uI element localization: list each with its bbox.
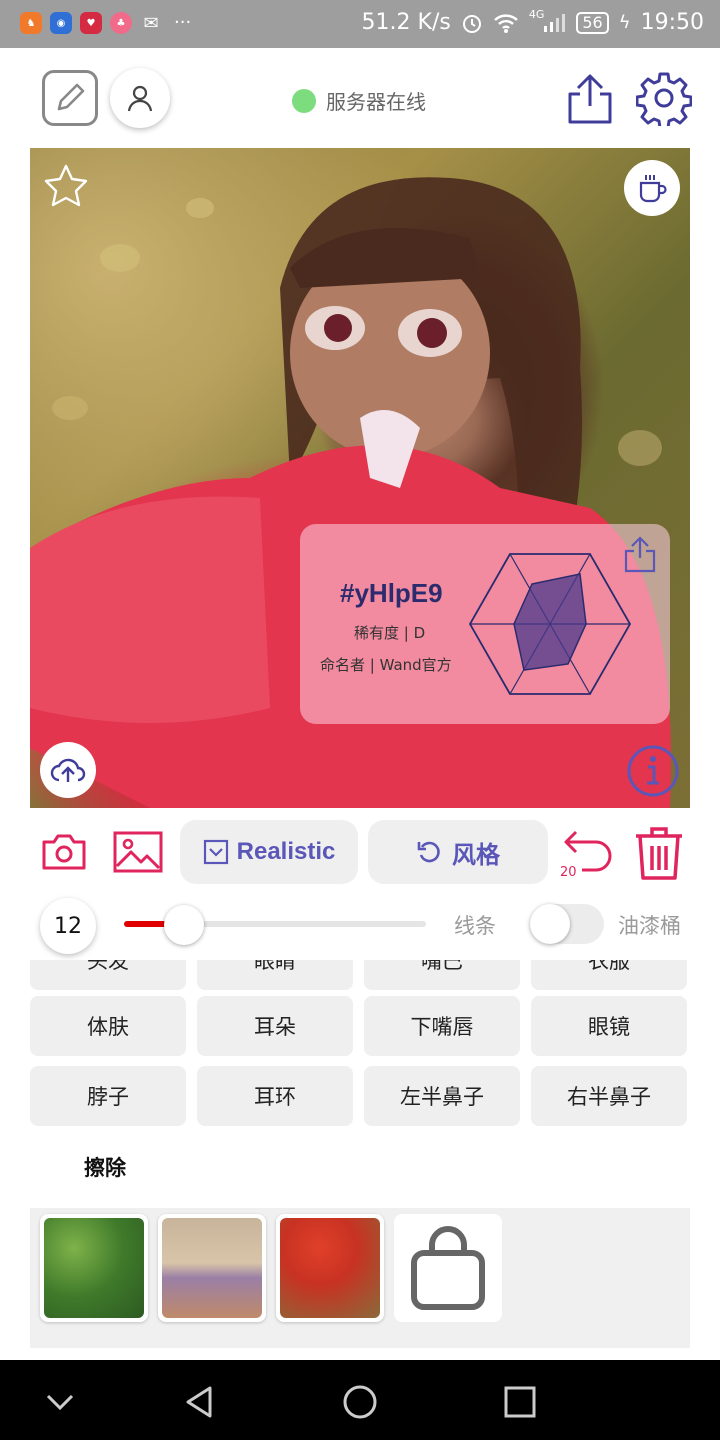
thumb-green-bush[interactable] xyxy=(40,1214,148,1322)
browser-app-icon: ◉ xyxy=(50,12,72,34)
line-mode-label: 线条 xyxy=(454,914,496,938)
radar-chart-icon xyxy=(468,553,632,695)
trash-icon[interactable] xyxy=(632,824,686,882)
recents-icon[interactable] xyxy=(500,1382,540,1422)
paint-bucket-label: 油漆桶 xyxy=(618,914,681,938)
chevron-down-icon[interactable] xyxy=(40,1382,80,1422)
shop-button[interactable] xyxy=(394,1214,502,1322)
info-card[interactable]: #yHlpE9 稀有度 | D 命名者 | Wand官方 xyxy=(300,524,670,724)
erase-button[interactable]: 擦除 xyxy=(84,1152,126,1182)
heart-app-icon: ♥ xyxy=(80,12,102,34)
part-button-earrings[interactable]: 耳环 xyxy=(197,1066,353,1126)
more-notifications-icon: ··· xyxy=(174,12,192,33)
server-online-indicator xyxy=(292,88,316,113)
part-button[interactable]: 头发 xyxy=(30,960,186,990)
brush-size-slider-thumb[interactable] xyxy=(164,905,205,945)
thumb-red-flowers-image xyxy=(280,1218,380,1318)
texture-thumbnails xyxy=(30,1208,690,1348)
edit-button[interactable] xyxy=(42,70,98,126)
lolo-app-icon: ♣ xyxy=(110,12,132,34)
coffee-button[interactable] xyxy=(624,160,680,216)
segment-part-grid: 头发 眼睛 嘴巴 衣服 体肤 耳朵 下嘴唇 眼镜 脖子 耳环 左半鼻子 右半鼻子 xyxy=(30,960,690,1130)
status-bar-right: 51.2 K/s 4G 56 ϟ 19:50 xyxy=(361,8,704,35)
part-button-left-nose[interactable]: 左半鼻子 xyxy=(364,1066,520,1126)
style-reset-label: 风格 xyxy=(452,840,500,869)
style-reset-button[interactable]: 风格 xyxy=(368,820,548,884)
coffee-icon xyxy=(639,175,667,203)
status-bar-apps: ♞ ◉ ♥ ♣ ✉ ··· xyxy=(20,12,191,34)
part-button-glasses[interactable]: 眼镜 xyxy=(531,996,687,1056)
card-share-icon[interactable] xyxy=(622,534,658,574)
status-bar: ♞ ◉ ♥ ♣ ✉ ··· 51.2 K/s 4G 56 ϟ 19:50 xyxy=(0,0,720,48)
user-icon xyxy=(127,85,153,112)
paint-bucket-toggle[interactable] xyxy=(530,904,604,944)
part-button-skin[interactable]: 体肤 xyxy=(30,996,186,1056)
pencil-icon xyxy=(57,83,85,111)
home-icon[interactable] xyxy=(340,1382,380,1422)
thumb-purple-flowers[interactable] xyxy=(158,1214,266,1322)
system-navigation-bar xyxy=(0,1360,720,1440)
thumb-green-bush-image xyxy=(44,1218,144,1318)
clock: 19:50 xyxy=(640,10,704,35)
net-speed: 51.2 K/s xyxy=(361,10,451,35)
part-button[interactable]: 眼睛 xyxy=(197,960,353,990)
undo-count: 20 xyxy=(560,865,577,880)
gallery-icon[interactable] xyxy=(112,830,164,874)
card-id: #yHlpE9 xyxy=(340,578,443,608)
dropdown-box-icon xyxy=(203,839,228,865)
part-button-lower-lip[interactable]: 下嘴唇 xyxy=(364,996,520,1056)
back-icon[interactable] xyxy=(180,1382,220,1422)
signal-type: 4G xyxy=(528,8,545,21)
thumb-purple-flowers-image xyxy=(162,1218,262,1318)
brush-size-value: 12 xyxy=(40,898,96,954)
shopping-bag-icon xyxy=(411,1226,485,1310)
gear-icon[interactable] xyxy=(636,70,692,126)
toolbar: Realistic 风格 20 xyxy=(0,818,720,888)
charging-icon: ϟ xyxy=(618,12,631,33)
game-app-icon: ♞ xyxy=(20,12,42,34)
share-icon[interactable] xyxy=(564,70,616,126)
part-button-right-nose[interactable]: 右半鼻子 xyxy=(531,1066,687,1126)
part-button[interactable]: 嘴巴 xyxy=(364,960,520,990)
cell-signal-icon xyxy=(544,13,566,32)
info-icon[interactable] xyxy=(626,744,680,798)
wifi-icon xyxy=(494,13,518,33)
server-status: 服务器在线 xyxy=(292,86,426,115)
part-button-neck[interactable]: 脖子 xyxy=(30,1066,186,1126)
top-bar: 服务器在线 xyxy=(0,48,720,148)
style-select-button[interactable]: Realistic xyxy=(180,820,358,884)
star-icon[interactable] xyxy=(42,162,90,210)
wechat-icon: ✉ xyxy=(143,12,159,34)
undo-button[interactable]: 20 xyxy=(558,824,618,882)
thumb-red-flowers[interactable] xyxy=(276,1214,384,1322)
part-button[interactable]: 衣服 xyxy=(531,960,687,990)
camera-icon[interactable] xyxy=(40,832,88,872)
card-namer: 命名者 | Wand官方 xyxy=(320,656,452,674)
style-select-label: Realistic xyxy=(236,838,336,865)
cloud-upload-icon xyxy=(50,758,86,782)
user-button[interactable] xyxy=(110,68,170,128)
part-button-ears[interactable]: 耳朵 xyxy=(197,996,353,1056)
upload-button[interactable] xyxy=(40,742,96,798)
paint-bucket-toggle-knob xyxy=(530,904,570,944)
generated-image[interactable]: #yHlpE9 稀有度 | D 命名者 | Wand官方 xyxy=(30,148,690,808)
alarm-icon xyxy=(462,14,481,33)
brush-controls: 12 线条 油漆桶 xyxy=(0,894,720,954)
battery-level: 56 xyxy=(576,11,609,34)
card-rarity: 稀有度 | D xyxy=(354,624,426,642)
server-status-label: 服务器在线 xyxy=(326,90,426,114)
rotate-icon xyxy=(417,841,440,863)
